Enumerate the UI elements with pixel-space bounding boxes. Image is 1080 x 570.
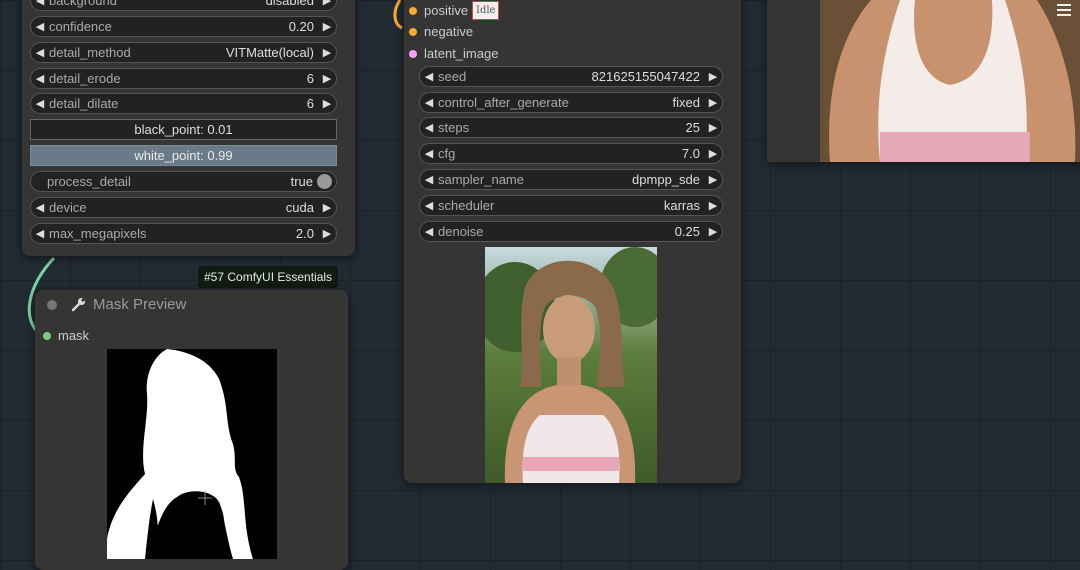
right-arrow-icon[interactable]: ▶ xyxy=(318,201,336,214)
left-arrow-icon[interactable]: ◀ xyxy=(31,0,49,7)
widget-seed[interactable]: ◀ seed 821625155047422 ▶ xyxy=(419,66,723,87)
menu-icon[interactable] xyxy=(1057,4,1071,16)
node-collapse-dot[interactable] xyxy=(47,300,57,310)
black-point-slider[interactable]: black_point: 0.01 xyxy=(30,119,337,140)
right-arrow-icon[interactable]: ▶ xyxy=(318,0,336,7)
wrench-icon xyxy=(71,297,86,312)
slot-dot xyxy=(409,49,417,58)
left-arrow-icon[interactable]: ◀ xyxy=(31,72,49,85)
widget-steps[interactable]: ◀ steps 25 ▶ xyxy=(419,117,723,138)
left-arrow-icon[interactable]: ◀ xyxy=(31,20,49,33)
widget-confidence[interactable]: ◀ confidence 0.20 ▶ xyxy=(30,16,337,37)
right-arrow-icon[interactable]: ▶ xyxy=(318,72,336,85)
input-negative[interactable]: negative xyxy=(409,24,473,39)
widget-detail-dilate[interactable]: ◀ detail_dilate 6 ▶ xyxy=(30,93,337,114)
left-arrow-icon[interactable]: ◀ xyxy=(31,46,49,59)
right-arrow-icon[interactable]: ▶ xyxy=(318,20,336,33)
right-arrow-icon[interactable]: ▶ xyxy=(318,97,336,110)
right-arrow-icon[interactable]: ▶ xyxy=(704,147,722,160)
right-arrow-icon[interactable]: ▶ xyxy=(704,70,722,83)
slot-dot xyxy=(409,6,417,15)
right-arrow-icon[interactable]: ▶ xyxy=(318,227,336,240)
widget-process-detail[interactable]: process_detail true xyxy=(30,171,337,192)
widget-cfg[interactable]: ◀ cfg 7.0 ▶ xyxy=(419,143,723,164)
status-badge: Idle xyxy=(472,1,500,20)
left-arrow-icon[interactable]: ◀ xyxy=(420,70,438,83)
output-image-preview xyxy=(820,0,1080,162)
left-arrow-icon[interactable]: ◀ xyxy=(31,97,49,110)
slot-dot xyxy=(43,331,51,340)
white-point-slider[interactable]: white_point: 0.99 xyxy=(30,145,337,166)
right-arrow-icon[interactable]: ▶ xyxy=(704,199,722,212)
generated-image-preview xyxy=(485,247,657,483)
remove-background-node[interactable]: ◀ background disabled ▶ ◀ confidence 0.2… xyxy=(22,0,355,256)
right-arrow-icon[interactable]: ▶ xyxy=(704,225,722,238)
widget-device[interactable]: ◀ device cuda ▶ xyxy=(30,197,337,218)
node-title: Mask Preview xyxy=(93,296,187,313)
right-arrow-icon[interactable]: ▶ xyxy=(704,173,722,186)
output-image-node[interactable] xyxy=(767,0,1080,162)
right-arrow-icon[interactable]: ▶ xyxy=(318,46,336,59)
input-latent-image[interactable]: latent_image xyxy=(409,46,498,61)
left-arrow-icon[interactable]: ◀ xyxy=(420,121,438,134)
widget-sampler-name[interactable]: ◀ sampler_name dpmpp_sde ▶ xyxy=(419,169,723,190)
widget-denoise[interactable]: ◀ denoise 0.25 ▶ xyxy=(419,221,723,242)
widget-detail-method[interactable]: ◀ detail_method VITMatte(local) ▶ xyxy=(30,42,337,63)
toggle-knob[interactable] xyxy=(317,174,332,189)
left-arrow-icon[interactable]: ◀ xyxy=(420,173,438,186)
widget-detail-erode[interactable]: ◀ detail_erode 6 ▶ xyxy=(30,68,337,89)
widget-scheduler[interactable]: ◀ scheduler karras ▶ xyxy=(419,195,723,216)
widget-control-after-generate[interactable]: ◀ control_after_generate fixed ▶ xyxy=(419,92,723,113)
right-arrow-icon[interactable]: ▶ xyxy=(704,121,722,134)
right-arrow-icon[interactable]: ▶ xyxy=(704,96,722,109)
node-source-badge: #57 ComfyUI Essentials xyxy=(198,266,339,288)
left-arrow-icon[interactable]: ◀ xyxy=(31,201,49,214)
widget-background[interactable]: ◀ background disabled ▶ xyxy=(30,0,337,11)
left-arrow-icon[interactable]: ◀ xyxy=(420,147,438,160)
left-arrow-icon[interactable]: ◀ xyxy=(420,96,438,109)
widget-max-megapixels[interactable]: ◀ max_megapixels 2.0 ▶ xyxy=(30,223,337,244)
input-mask[interactable]: mask xyxy=(43,328,89,343)
mask-preview-node[interactable]: Mask Preview mask xyxy=(35,290,348,570)
left-arrow-icon[interactable]: ◀ xyxy=(31,227,49,240)
ksampler-node[interactable]: positive Idle negative latent_image ◀ se… xyxy=(404,0,741,483)
mask-preview-image xyxy=(107,349,277,559)
positive-link xyxy=(393,0,403,30)
slot-dot xyxy=(409,27,417,36)
left-arrow-icon[interactable]: ◀ xyxy=(420,225,438,238)
input-positive[interactable]: positive xyxy=(409,3,468,18)
left-arrow-icon[interactable]: ◀ xyxy=(420,199,438,212)
